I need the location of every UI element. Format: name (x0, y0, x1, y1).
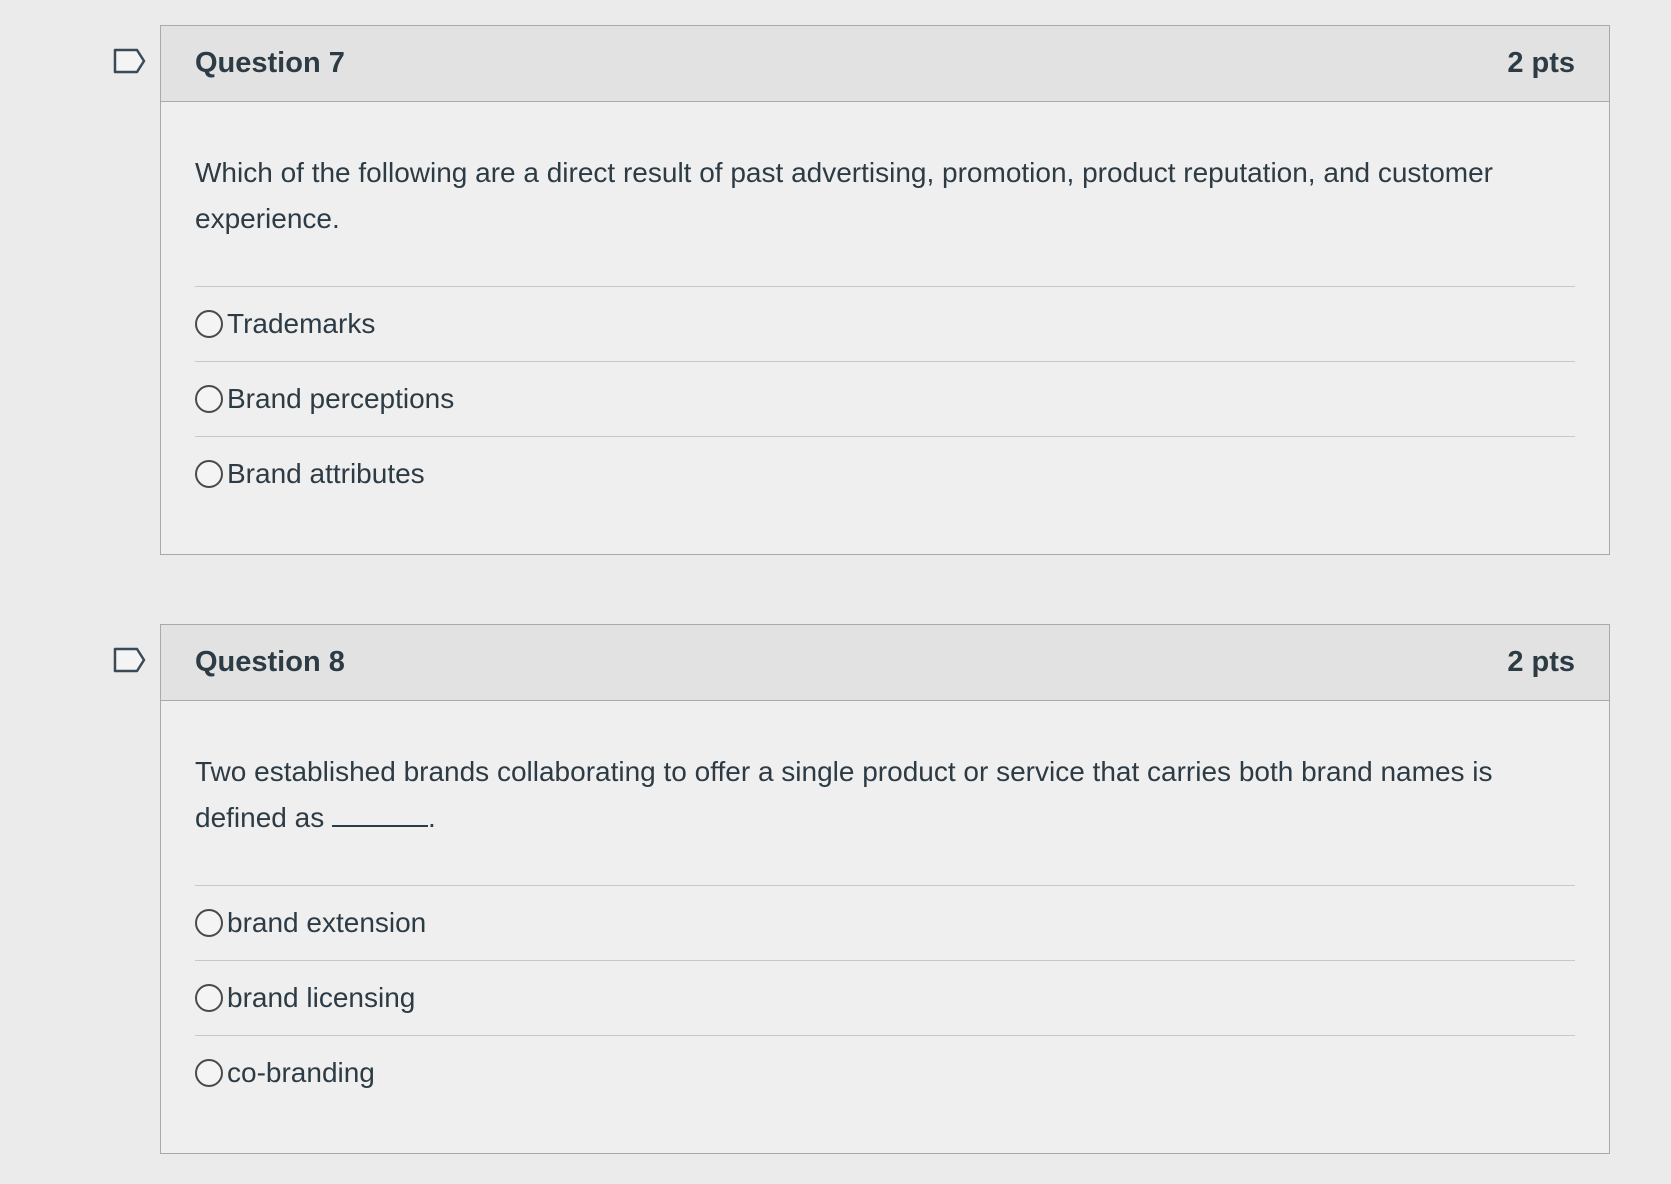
question-points: 2 pts (1507, 47, 1575, 79)
radio-unselected-icon[interactable] (195, 385, 223, 413)
question-text-after: . (428, 802, 436, 833)
answer-option[interactable]: brand licensing (195, 961, 1575, 1036)
radio-unselected-icon[interactable] (195, 1059, 223, 1087)
question-text: Two established brands collaborating to … (195, 749, 1555, 841)
question-8-card: Question 8 2 pts Two established brands … (113, 624, 1610, 1154)
flag-question-icon[interactable] (113, 48, 147, 74)
question-body: Which of the following are a direct resu… (161, 102, 1609, 511)
answer-label: brand licensing (227, 982, 416, 1013)
question-header: Question 8 2 pts (161, 625, 1609, 701)
answer-option[interactable]: Brand perceptions (195, 362, 1575, 437)
question-text: Which of the following are a direct resu… (195, 157, 1494, 234)
question-7-card: Question 7 2 pts Which of the following … (113, 25, 1610, 555)
question-points: 2 pts (1507, 646, 1575, 678)
answer-list: Trademarks Brand perceptions Brand attri… (195, 286, 1575, 511)
radio-unselected-icon[interactable] (195, 909, 223, 937)
question-title: Question 7 (195, 47, 345, 79)
answer-label: brand extension (227, 907, 427, 938)
answer-label: Brand attributes (227, 458, 425, 489)
radio-unselected-icon[interactable] (195, 460, 223, 488)
fill-in-blank (332, 805, 428, 827)
answer-option[interactable]: co-branding (195, 1036, 1575, 1110)
question-header: Question 7 2 pts (161, 26, 1609, 102)
answer-option[interactable]: brand extension (195, 886, 1575, 961)
answer-option[interactable]: Brand attributes (195, 437, 1575, 511)
answer-option[interactable]: Trademarks (195, 287, 1575, 362)
flag-question-icon[interactable] (113, 647, 147, 673)
answer-label: Brand perceptions (227, 383, 455, 414)
answer-list: brand extension brand licensing co-brand… (195, 885, 1575, 1110)
question-body: Two established brands collaborating to … (161, 701, 1609, 1110)
answer-label: Trademarks (227, 308, 376, 339)
answer-label: co-branding (227, 1057, 375, 1088)
radio-unselected-icon[interactable] (195, 984, 223, 1012)
question-title: Question 8 (195, 646, 345, 678)
radio-unselected-icon[interactable] (195, 310, 223, 338)
